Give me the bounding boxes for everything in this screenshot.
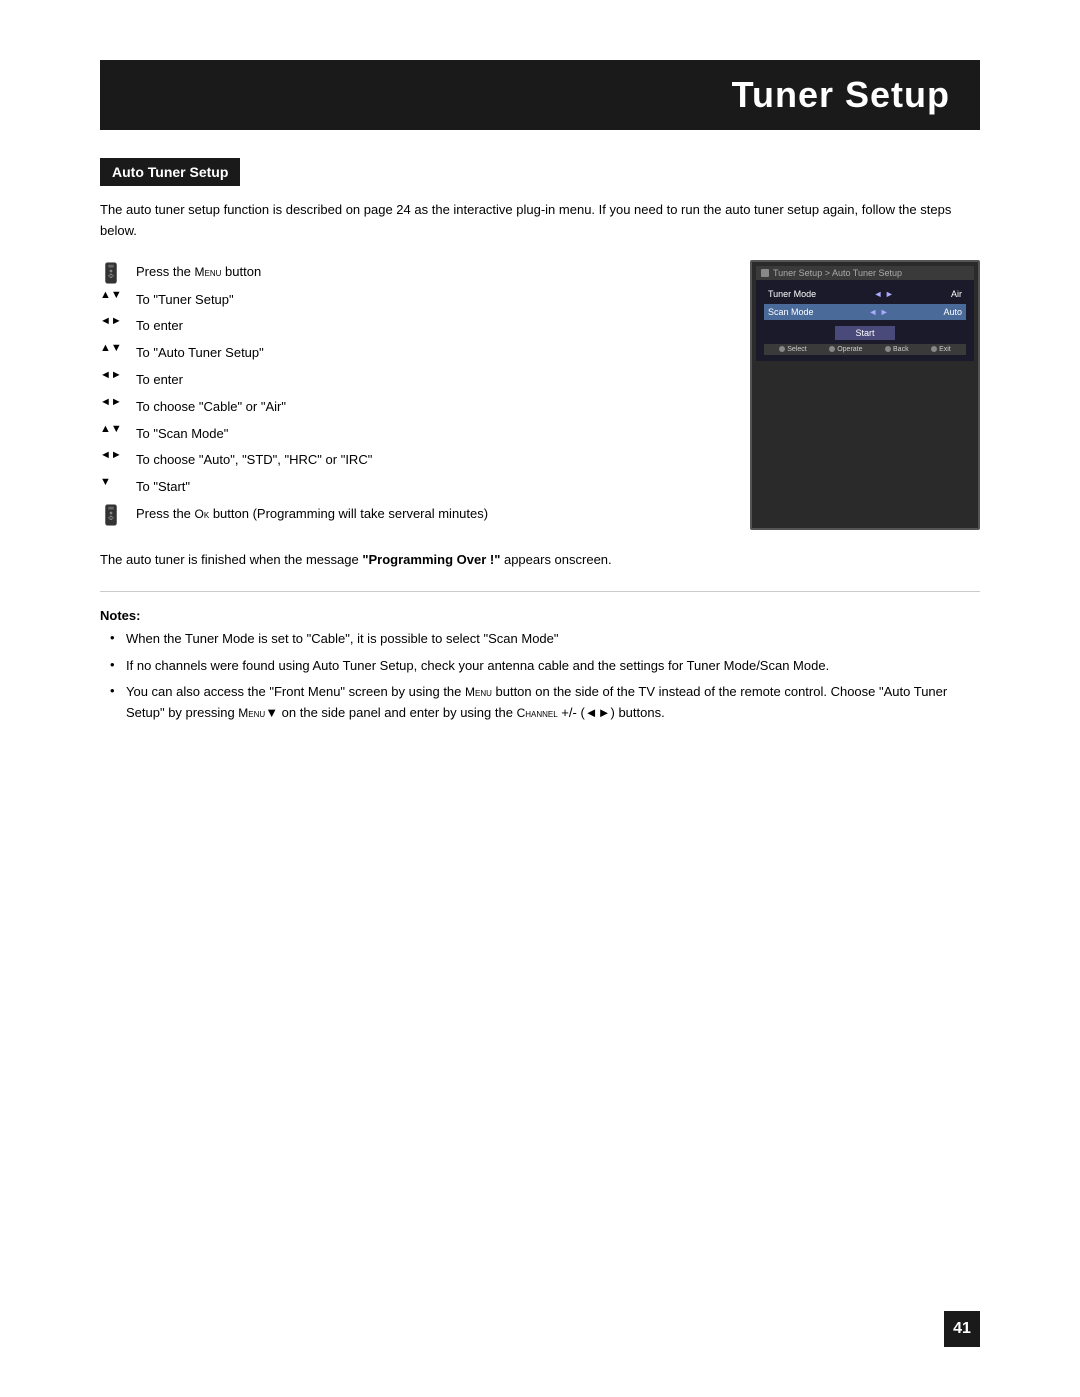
title-banner: Tuner Setup (100, 60, 980, 130)
step-row: ▲▼ To "Scan Mode" (100, 422, 720, 445)
step-row: Press the Menu button (100, 260, 720, 284)
tv-tuner-arrows: ◄ ► (873, 289, 893, 299)
left-right-arrow-icon-2: ◄► (100, 368, 136, 381)
tv-footer-select-label: Select (787, 346, 806, 353)
notes-section: Notes: • When the Tuner Mode is set to "… (100, 608, 980, 724)
tv-footer-dot-back (885, 346, 891, 352)
outcome-bold: "Programming Over !" (362, 552, 500, 567)
page-container: Tuner Setup Auto Tuner Setup The auto tu… (0, 0, 1080, 1397)
step-text-1: Press the Menu button (136, 260, 261, 283)
intro-paragraph: The auto tuner setup function is describ… (100, 200, 980, 242)
note-text-3: You can also access the "Front Menu" scr… (126, 682, 980, 724)
note-item-3: • You can also access the "Front Menu" s… (100, 682, 980, 724)
left-right-arrow-icon-4: ◄► (100, 448, 136, 461)
tv-icon-dot (761, 269, 769, 277)
tv-footer-operate-label: Operate (837, 346, 862, 353)
section-header: Auto Tuner Setup (100, 158, 240, 186)
tv-menu-row-scan: Scan Mode ◄ ► Auto (764, 304, 966, 320)
tv-footer-dot-operate (829, 346, 835, 352)
step-row: ◄► To choose "Auto", "STD", "HRC" or "IR… (100, 448, 720, 471)
step-row: ◄► To enter (100, 368, 720, 391)
outcome-paragraph: The auto tuner is finished when the mess… (100, 550, 980, 571)
tv-footer: Select Operate Back Exit (764, 344, 966, 355)
step-text-2: To "Tuner Setup" (136, 288, 234, 311)
left-right-arrow-icon-1: ◄► (100, 314, 136, 327)
tv-footer-back: Back (885, 346, 909, 353)
steps-area: Press the Menu button ▲▼ To "Tuner Setup… (100, 260, 980, 530)
up-down-arrow-icon-1: ▲▼ (100, 288, 136, 301)
step-row: ◄► To choose "Cable" or "Air" (100, 395, 720, 418)
up-down-arrow-icon-3: ▲▼ (100, 422, 136, 435)
tv-footer-dot-exit (931, 346, 937, 352)
up-down-arrow-icon-2: ▲▼ (100, 341, 136, 354)
tv-tuner-mode-value: Air (951, 289, 962, 299)
tv-screen-mockup: Tuner Setup > Auto Tuner Setup Tuner Mod… (750, 260, 980, 530)
step-row: ▼ To "Start" (100, 475, 720, 498)
tv-scan-arrows: ◄ ► (868, 307, 888, 317)
remote-icon-2 (100, 502, 136, 526)
note-text-1: When the Tuner Mode is set to "Cable", i… (126, 629, 559, 650)
tv-scan-mode-label: Scan Mode (768, 307, 814, 317)
tv-footer-exit: Exit (931, 346, 951, 353)
note-bullet-1: • (110, 629, 122, 645)
down-arrow-icon: ▼ (100, 475, 136, 488)
tv-footer-select: Select (779, 346, 806, 353)
step-text-5: To enter (136, 368, 183, 391)
step-text-8: To choose "Auto", "STD", "HRC" or "IRC" (136, 448, 372, 471)
tv-footer-dot-select (779, 346, 785, 352)
step-row: ▲▼ To "Auto Tuner Setup" (100, 341, 720, 364)
step-row: ▲▼ To "Tuner Setup" (100, 288, 720, 311)
tv-footer-back-label: Back (893, 346, 909, 353)
note-item-2: • If no channels were found using Auto T… (100, 656, 980, 677)
tv-scan-mode-value: Auto (943, 307, 962, 317)
tv-screen-body: Tuner Mode ◄ ► Air Scan Mode ◄ ► Auto St… (756, 280, 974, 361)
remote-icon-1 (100, 260, 136, 284)
note-text-2: If no channels were found using Auto Tun… (126, 656, 829, 677)
step-text-10: Press the Ok button (Programming will ta… (136, 502, 488, 525)
tv-start-button: Start (835, 326, 895, 340)
step-text-3: To enter (136, 314, 183, 337)
outcome-text-before: The auto tuner is finished when the mess… (100, 552, 362, 567)
step-row: Press the Ok button (Programming will ta… (100, 502, 720, 526)
section-header-text: Auto Tuner Setup (112, 164, 228, 180)
step-text-9: To "Start" (136, 475, 190, 498)
note-bullet-3: • (110, 682, 122, 698)
tv-tuner-mode-label: Tuner Mode (768, 289, 816, 299)
note-bullet-2: • (110, 656, 122, 672)
tv-screen-header: Tuner Setup > Auto Tuner Setup (756, 266, 974, 280)
steps-list: Press the Menu button ▲▼ To "Tuner Setup… (100, 260, 720, 530)
step-text-4: To "Auto Tuner Setup" (136, 341, 264, 364)
step-text-6: To choose "Cable" or "Air" (136, 395, 286, 418)
tv-footer-exit-label: Exit (939, 346, 951, 353)
step-text-7: To "Scan Mode" (136, 422, 228, 445)
step-row: ◄► To enter (100, 314, 720, 337)
left-right-arrow-icon-3: ◄► (100, 395, 136, 408)
page-title: Tuner Setup (732, 74, 950, 115)
tv-screen-header-text: Tuner Setup > Auto Tuner Setup (773, 268, 902, 278)
note-item-1: • When the Tuner Mode is set to "Cable",… (100, 629, 980, 650)
tv-menu-row-tuner: Tuner Mode ◄ ► Air (764, 286, 966, 302)
section-divider (100, 591, 980, 592)
notes-label: Notes: (100, 608, 980, 623)
page-number: 41 (944, 1311, 980, 1347)
tv-footer-operate: Operate (829, 346, 862, 353)
outcome-text-after: appears onscreen. (500, 552, 611, 567)
